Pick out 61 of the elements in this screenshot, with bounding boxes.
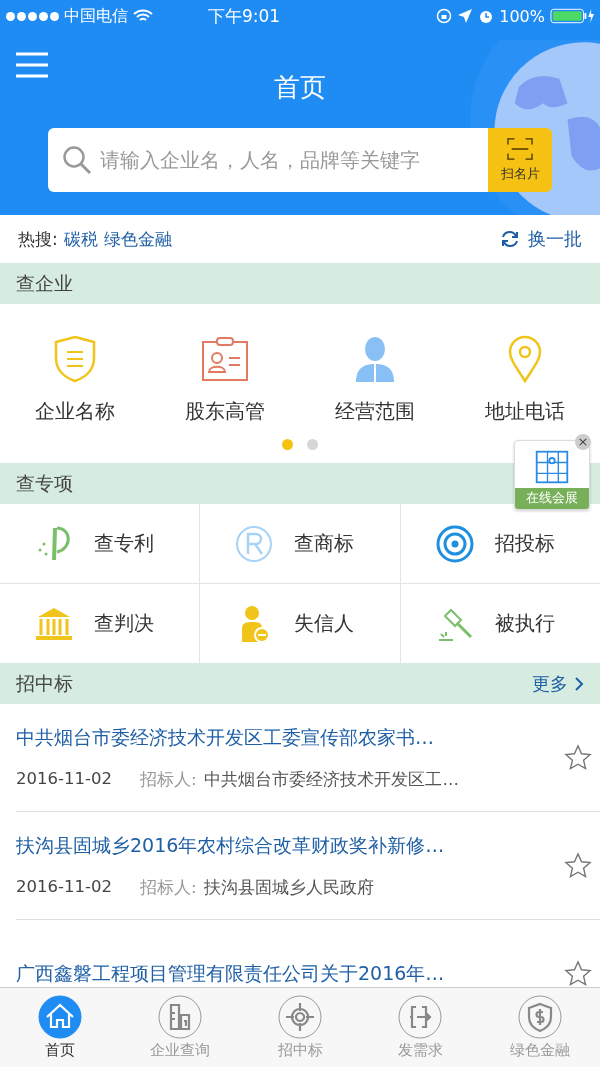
wifi-icon: [133, 9, 153, 23]
section-title: 招中标: [16, 670, 73, 696]
special-search-button[interactable]: 招投标: [400, 504, 600, 583]
special-search-button[interactable]: 被执行: [400, 584, 600, 663]
page-title: 首页: [273, 71, 327, 104]
refresh-button[interactable]: 换一批: [500, 227, 582, 251]
search-input[interactable]: 请输入企业名，人名，品牌等关键字: [98, 147, 488, 173]
tenderer-label: 招标人:: [139, 876, 197, 899]
star-icon[interactable]: [564, 743, 592, 772]
lock-rotation-icon: [436, 8, 453, 24]
tenderer-name: 扶沟县固城乡人民政府: [204, 876, 375, 899]
company-search-button[interactable]: 地址电话: [450, 334, 600, 425]
battery-charging-icon: [550, 8, 594, 24]
registered-mark-icon: [234, 523, 275, 564]
map-grid-icon: [534, 449, 570, 485]
special-search-button[interactable]: 查商标: [200, 504, 400, 583]
special-search-button[interactable]: 查判决: [0, 584, 200, 663]
tender-title-link[interactable]: 广西鑫磐工程项目管理有限责任公司关于2016年…: [16, 960, 552, 987]
crosshair-icon: [278, 995, 322, 1039]
page-dot[interactable]: [282, 439, 293, 450]
search-icon: [62, 145, 92, 175]
more-link[interactable]: 更多: [532, 671, 584, 696]
alarm-clock-icon: [478, 8, 495, 24]
star-icon[interactable]: [564, 851, 592, 880]
clock-time: 下午9:01: [208, 4, 281, 28]
building-icon: [158, 995, 202, 1039]
hot-search-label: 热搜:: [18, 227, 58, 251]
signal-icon: [6, 11, 59, 21]
hot-search-link[interactable]: 绿色金融: [103, 227, 172, 251]
hot-search-link[interactable]: 碳税: [63, 227, 98, 251]
chevron-right-icon: [574, 675, 584, 692]
target-icon: [434, 523, 475, 564]
company-search-button[interactable]: 经营范围: [300, 334, 450, 425]
tender-title-link[interactable]: 中共烟台市委经济技术开发区工委宣传部农家书…: [16, 724, 552, 751]
battery-percent: 100%: [499, 6, 545, 26]
scan-frame-icon: [506, 137, 534, 161]
tenderer-label: 招标人:: [139, 768, 197, 791]
special-search-button[interactable]: 失信人: [200, 584, 400, 663]
section-title: 查企业: [16, 270, 73, 296]
close-button[interactable]: ×: [575, 434, 591, 450]
id-card-icon: [200, 334, 250, 384]
search-field[interactable]: 请输入企业名，人名，品牌等关键字: [48, 128, 488, 192]
page-dot[interactable]: [307, 439, 318, 450]
special-search-button[interactable]: 查专利: [0, 504, 200, 583]
section-title: 查专项: [16, 470, 73, 496]
company-search-button[interactable]: 股东高管: [150, 334, 300, 425]
home-icon: [38, 995, 82, 1039]
location-arrow-icon: [457, 8, 474, 24]
menu-icon[interactable]: [15, 52, 49, 78]
tender-date: 2016-11-02: [16, 768, 112, 790]
scan-card-button[interactable]: 扫名片: [488, 128, 552, 192]
badge-label: 在线会展: [515, 488, 589, 509]
company-search-button[interactable]: 企业名称: [0, 334, 150, 425]
tab-button[interactable]: 首页: [0, 988, 120, 1067]
tender-date: 2016-11-02: [16, 876, 112, 898]
tender-title-link[interactable]: 扶沟县固城乡2016年农村综合改革财政奖补新修…: [16, 832, 552, 859]
carrier-name: 中国电信: [64, 5, 128, 27]
star-icon[interactable]: [564, 959, 592, 988]
refresh-icon: [500, 229, 520, 249]
tenderer-name: 中共烟台市委经济技术开发区工…: [204, 768, 459, 791]
shield-dollar-icon: [518, 995, 562, 1039]
